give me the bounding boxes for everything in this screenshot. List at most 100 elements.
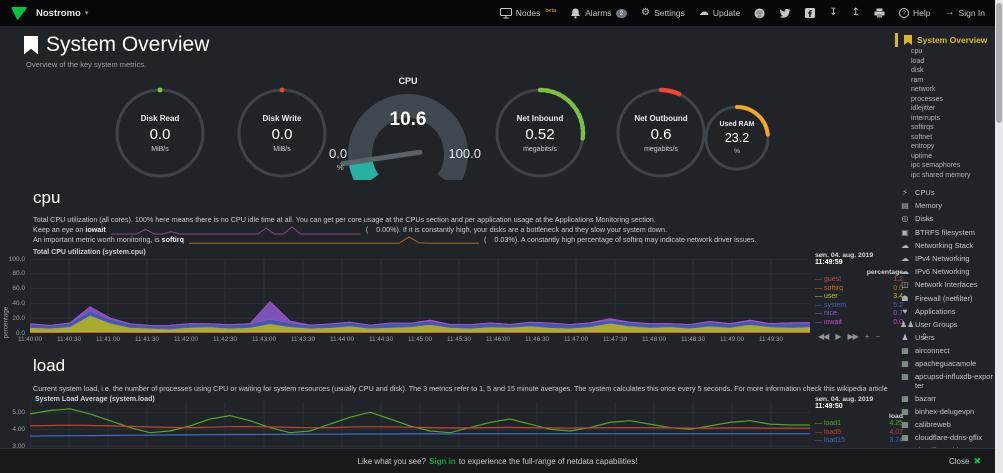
grid-icon: ▦ bbox=[900, 394, 910, 403]
iowait-sparkline[interactable] bbox=[111, 226, 361, 235]
net-inbound-gauge[interactable]: Net Inbound 0.52 megabits/s bbox=[492, 85, 588, 181]
nodes-button[interactable]: Nodes beta bbox=[500, 8, 556, 19]
sidebar-section-item[interactable]: ◫ Network Interfaces bbox=[895, 278, 995, 291]
sidebar-app-item[interactable]: ▦ binhex-delugevpn bbox=[895, 405, 995, 418]
signin-button[interactable]: → Sign In bbox=[945, 8, 985, 18]
cpu-chart-yaxis: 100.080.060.040.020.00.0 bbox=[0, 259, 27, 333]
wikipedia-link[interactable]: this wikipedia article bbox=[824, 384, 888, 393]
sidebar-app-item[interactable]: ▦ airconnect bbox=[895, 344, 995, 357]
footer-signin-link[interactable]: Sign in bbox=[429, 457, 456, 466]
sidebar-subitem[interactable]: interrupts bbox=[895, 114, 995, 124]
x-axis-tick: 11:46:00 bbox=[482, 336, 514, 343]
sidebar-subitem[interactable]: cpu bbox=[895, 47, 995, 57]
grid-icon: ▦ bbox=[900, 346, 910, 355]
disk-read-gauge[interactable]: Disk Read 0.0 MiB/s bbox=[112, 85, 208, 181]
sidebar-subitem[interactable]: disk bbox=[895, 66, 995, 76]
gauge-unit: MiB/s bbox=[151, 146, 169, 153]
upload-icon: ↥ bbox=[852, 8, 860, 18]
x-axis-tick: 11:45:30 bbox=[443, 336, 475, 343]
hdd-icon: ◎ bbox=[900, 214, 910, 223]
bell-icon bbox=[570, 8, 581, 19]
main-content: System Overview Overview of the key syst… bbox=[0, 26, 889, 448]
sidebar-section-item[interactable]: ▤ Memory bbox=[895, 199, 995, 212]
x-axis-tick: 11:44:30 bbox=[365, 336, 397, 343]
user-icon: ♟ bbox=[900, 333, 910, 342]
sidebar-subitem[interactable]: ram bbox=[895, 76, 995, 86]
sidebar-section-item[interactable]: ☗ Firewall (netfilter) bbox=[895, 292, 995, 305]
gauge-value: 0.0 bbox=[272, 126, 293, 143]
used-ram-gauge[interactable]: Used RAM 23.2 % bbox=[701, 102, 773, 174]
sidebar-app-item[interactable]: ▦ bazarr bbox=[895, 392, 995, 405]
sidebar-item-system-overview[interactable]: System Overview bbox=[895, 33, 995, 47]
softirq-sparkline[interactable] bbox=[189, 236, 479, 245]
help-button[interactable]: ? Help bbox=[899, 8, 930, 18]
grid-icon: ▦ bbox=[900, 433, 910, 442]
sidebar-section-item[interactable]: ☁ IPv4 Networking bbox=[895, 252, 995, 265]
scrollbar-thumb[interactable] bbox=[996, 3, 1002, 123]
update-button[interactable]: ☁ Update bbox=[699, 8, 740, 18]
twitter-button[interactable] bbox=[779, 8, 791, 18]
import-snapshot-button[interactable]: ↧ bbox=[829, 8, 837, 18]
sidebar-subitem[interactable]: uptime bbox=[895, 152, 995, 162]
scrollbar[interactable] bbox=[995, 0, 1003, 473]
x-axis-tick: 11:47:00 bbox=[560, 336, 592, 343]
sidebar-subitem[interactable]: ipc semaphores bbox=[895, 161, 995, 171]
sidebar-subitem[interactable]: network bbox=[895, 85, 995, 95]
load-description: Current system load, i.e. the number of … bbox=[33, 384, 883, 394]
sidebar-app-item[interactable]: ▦ calibreweb bbox=[895, 418, 995, 431]
sidebar-app-item[interactable]: ▦ apacheguacamole bbox=[895, 357, 995, 370]
sidebar-subitem[interactable]: entropy bbox=[895, 142, 995, 152]
sidebar-section-item[interactable]: ⚡ CPUs bbox=[895, 186, 995, 199]
x-axis-tick: 11:48:00 bbox=[638, 336, 670, 343]
settings-button[interactable]: ⚙ Settings bbox=[641, 8, 685, 18]
alarms-label: Alarms bbox=[585, 8, 611, 18]
topbar: Nostromo ▾ Nodes beta Alarms 2 ⚙ Setting… bbox=[0, 0, 995, 26]
sidebar-subitem[interactable]: ipc shared memory bbox=[895, 171, 995, 181]
zoom-out-icon[interactable]: − bbox=[875, 332, 879, 341]
close-button[interactable]: Close ✖ bbox=[949, 456, 981, 467]
net-outbound-gauge[interactable]: Net Outbound 0.6 megabits/s bbox=[613, 85, 709, 181]
load-chart[interactable] bbox=[30, 402, 810, 448]
export-snapshot-button[interactable]: ↥ bbox=[852, 8, 860, 18]
footer-text: to experience the full-range of netdata … bbox=[459, 457, 638, 466]
netdata-logo-icon[interactable] bbox=[10, 6, 28, 21]
gauge-value: 0.6 bbox=[651, 126, 672, 143]
y-axis-tick: 40.0 bbox=[12, 300, 25, 307]
cpu-gauge[interactable]: CPU 10.6 0.0 100.0 % bbox=[333, 76, 483, 184]
pan-left-icon[interactable]: ◀◀ bbox=[818, 332, 828, 341]
sidebar-section-item[interactable]: ♟♟ User Groups bbox=[895, 318, 995, 331]
printer-icon bbox=[874, 8, 885, 18]
sidebar-section-item[interactable]: ☁ Networking Stack bbox=[895, 239, 995, 252]
gauge-value: 23.2 bbox=[725, 131, 749, 145]
cpu-chart[interactable] bbox=[30, 259, 810, 333]
sidebar-subitem[interactable]: load bbox=[895, 57, 995, 67]
gauge-title: Net Inbound bbox=[517, 114, 564, 123]
sidebar-app-item[interactable]: ▦ apcupsd-influxdb-exporter bbox=[895, 370, 995, 392]
heartbeat-icon: ♥ bbox=[900, 307, 910, 316]
zoom-in-icon[interactable]: + bbox=[865, 332, 869, 341]
sidebar-subitem[interactable]: processes bbox=[895, 95, 995, 105]
x-axis-tick: 11:40:00 bbox=[14, 336, 46, 343]
sidebar-section-item[interactable]: ◎ Disks bbox=[895, 212, 995, 225]
github-button[interactable] bbox=[754, 8, 765, 19]
play-icon[interactable]: ▶ bbox=[835, 332, 840, 341]
facebook-button[interactable] bbox=[805, 8, 815, 18]
pan-right-icon[interactable]: ▶▶ bbox=[847, 332, 857, 341]
sidebar-section-item[interactable]: ♟ Users bbox=[895, 331, 995, 344]
x-axis-tick: 11:46:30 bbox=[521, 336, 553, 343]
sidebar-subitem[interactable]: softirqs bbox=[895, 123, 995, 133]
sidebar-subitem[interactable]: idlejitter bbox=[895, 104, 995, 114]
alarms-button[interactable]: Alarms 2 bbox=[570, 8, 627, 19]
gauge-unit: megabits/s bbox=[644, 146, 678, 153]
print-button[interactable] bbox=[874, 8, 885, 18]
page-title: System Overview bbox=[24, 33, 209, 57]
gauge-title: Used RAM bbox=[719, 121, 754, 128]
shield-icon: ☗ bbox=[900, 294, 910, 303]
sidebar-app-item[interactable]: ▦ cloudflare-ddns-gflix bbox=[895, 431, 995, 444]
sidebar-subitem[interactable]: softnet bbox=[895, 133, 995, 143]
sidebar-section-item[interactable]: ♥ Applications bbox=[895, 305, 995, 318]
sidebar-section-item[interactable]: ☁ IPv6 Networking bbox=[895, 265, 995, 278]
hostname-dropdown[interactable]: Nostromo ▾ bbox=[36, 8, 88, 19]
sidebar-section-item[interactable]: ▣ BTRFS filesystem bbox=[895, 226, 995, 239]
disk-write-gauge[interactable]: Disk Write 0.0 MiB/s bbox=[234, 85, 330, 181]
